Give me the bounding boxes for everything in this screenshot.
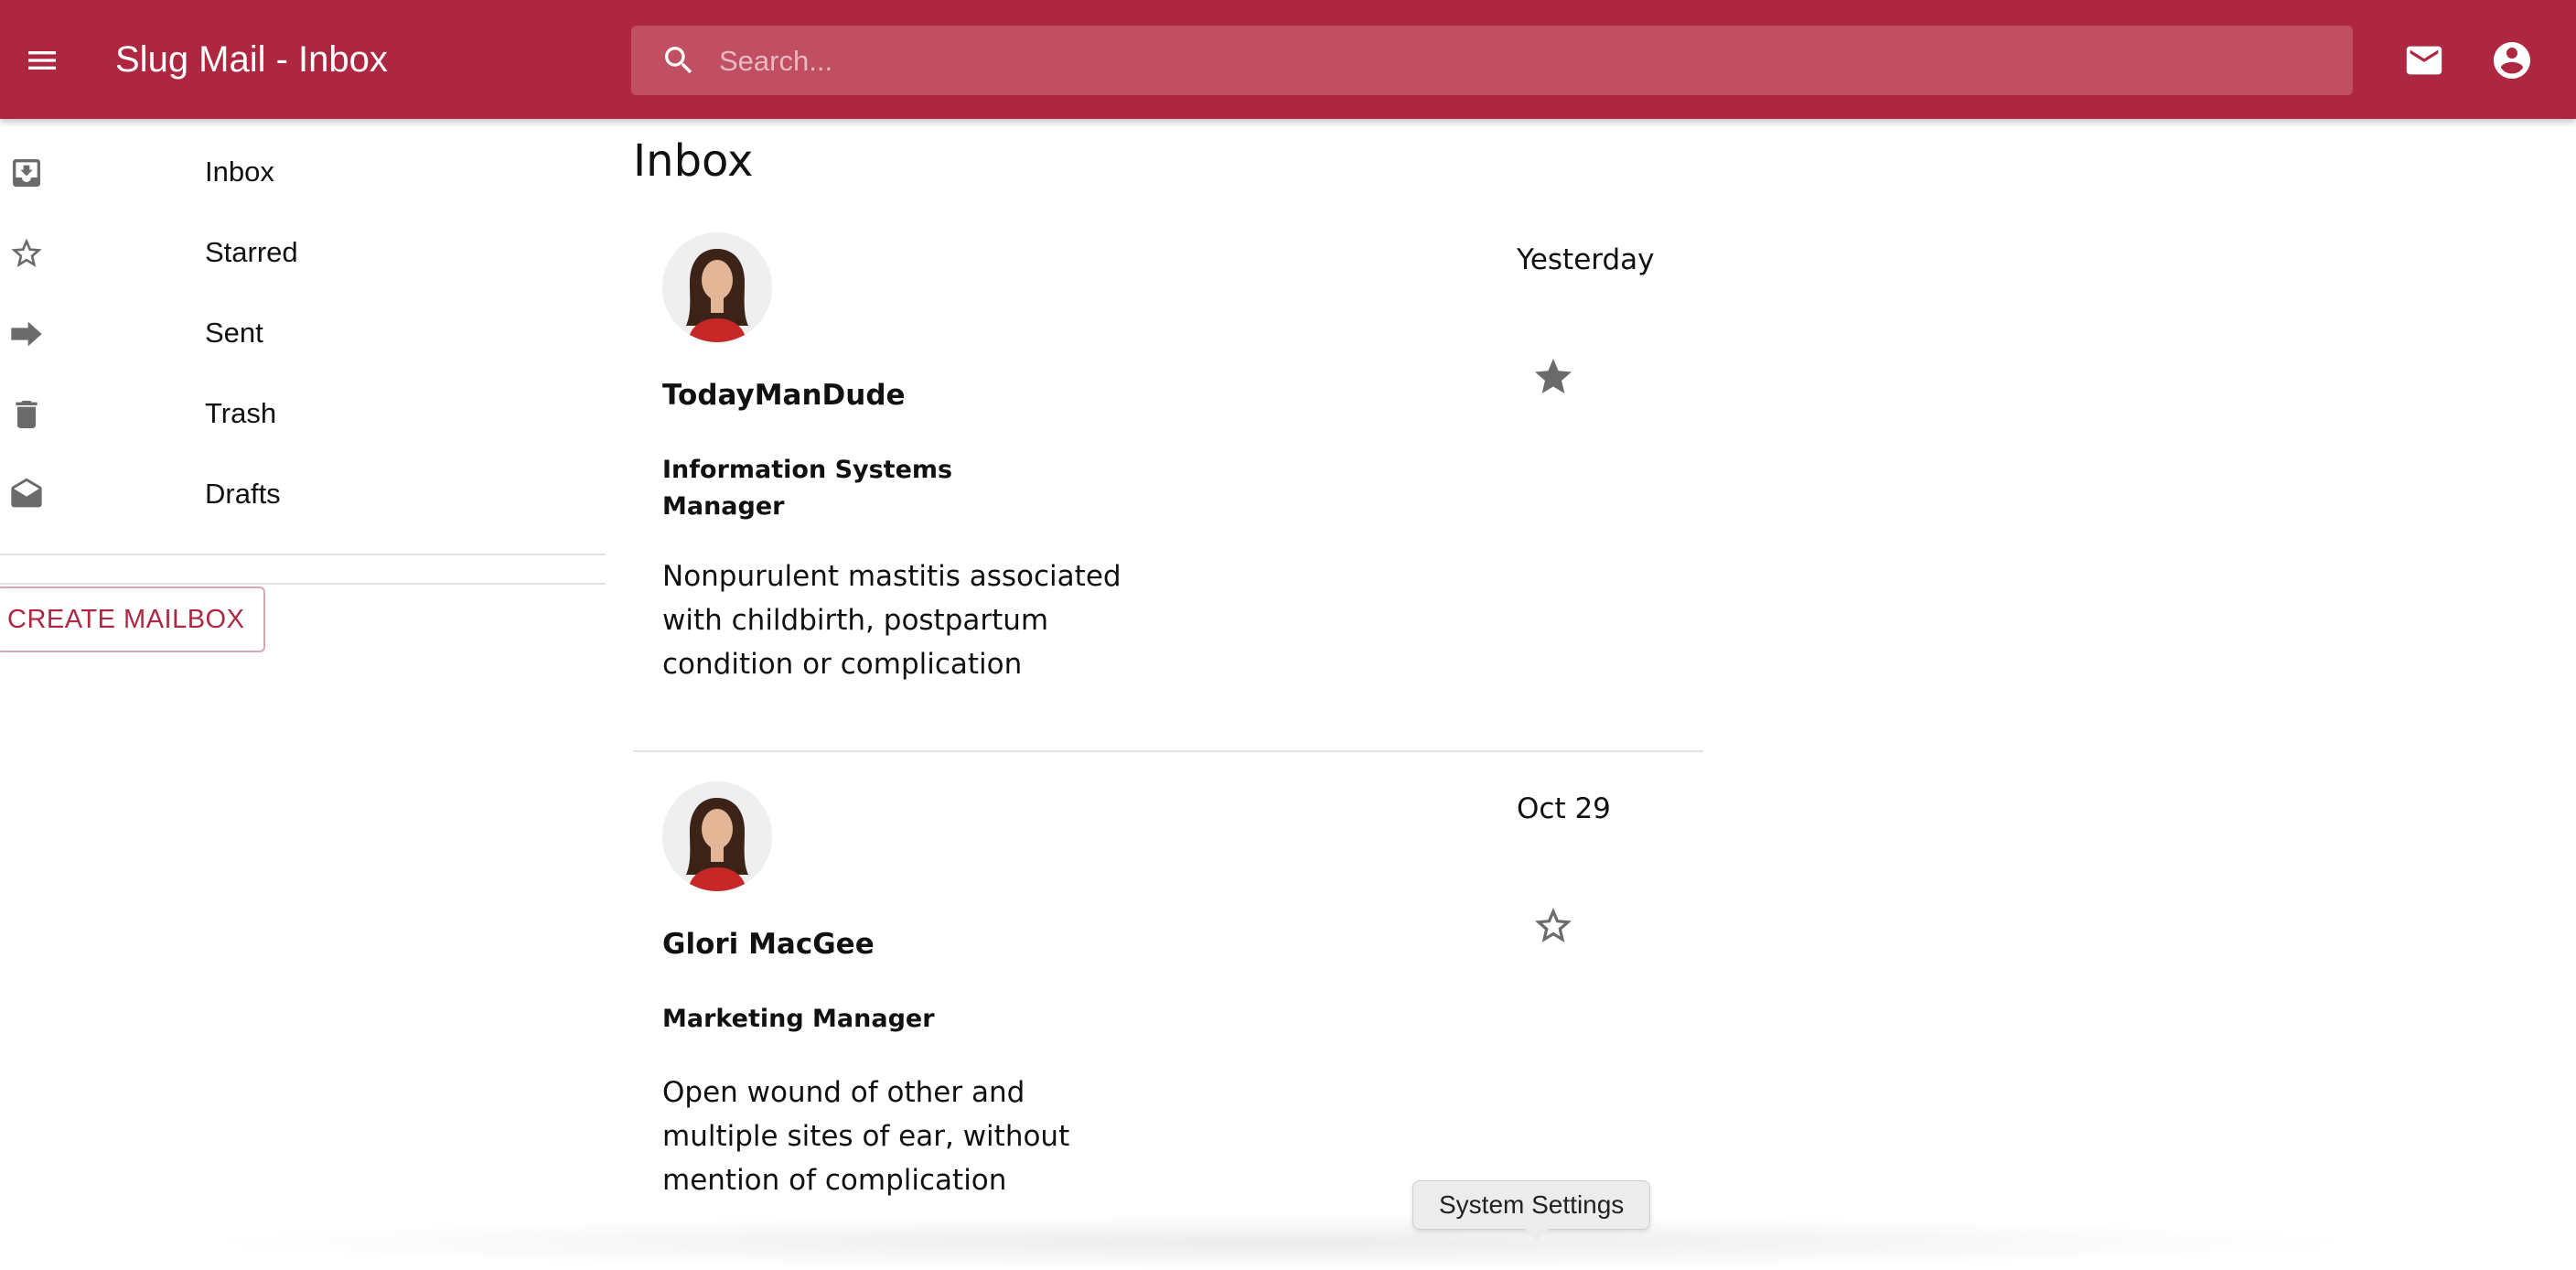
sidebar-divider bbox=[0, 583, 606, 585]
envelope-icon[interactable] bbox=[2400, 37, 2448, 84]
drafts-icon bbox=[7, 476, 46, 514]
sidebar-item-inbox[interactable]: Inbox bbox=[0, 135, 606, 209]
search-bar[interactable] bbox=[631, 26, 2353, 95]
sidebar-item-sent[interactable]: Sent bbox=[0, 296, 606, 370]
email-list-item[interactable]: TodayManDude Information Systems Manager… bbox=[633, 225, 1703, 747]
star-filled-icon[interactable] bbox=[1531, 355, 1575, 399]
email-divider bbox=[633, 750, 1703, 752]
sidebar-divider bbox=[0, 554, 606, 555]
email-sender: TodayManDude bbox=[662, 379, 906, 412]
sidebar-item-starred[interactable]: Starred bbox=[0, 216, 606, 289]
search-input[interactable] bbox=[717, 35, 2331, 88]
sidebar: Inbox Starred Sent Trash Drafts CREATE M… bbox=[0, 119, 606, 1248]
email-subject: Open wound of other and multiple sites o… bbox=[662, 1076, 1070, 1197]
sidebar-item-label: Starred bbox=[205, 236, 298, 268]
email-sender: Glori MacGee bbox=[662, 928, 875, 961]
app-title: Slug Mail - Inbox bbox=[115, 39, 388, 80]
sidebar-item-label: Inbox bbox=[205, 156, 274, 188]
sidebar-item-label: Sent bbox=[205, 317, 263, 349]
email-sender-role: Marketing Manager bbox=[662, 1005, 935, 1033]
email-sender-role: Information Systems Manager bbox=[662, 456, 953, 521]
tooltip-arrow bbox=[1524, 1228, 1550, 1241]
sidebar-item-label: Trash bbox=[205, 397, 277, 429]
app-bar: Slug Mail - Inbox bbox=[0, 0, 2576, 119]
email-date: Oct 29 bbox=[1517, 792, 1611, 825]
avatar bbox=[662, 232, 772, 342]
search-icon bbox=[660, 42, 697, 79]
sidebar-item-drafts[interactable]: Drafts bbox=[0, 457, 606, 531]
star-outline-icon bbox=[7, 234, 46, 273]
sidebar-item-label: Drafts bbox=[205, 478, 281, 510]
system-settings-tooltip: System Settings bbox=[1412, 1180, 1651, 1230]
dock-shadow bbox=[183, 1215, 2378, 1270]
page-title: Inbox bbox=[633, 135, 754, 187]
create-mailbox-button[interactable]: CREATE MAILBOX bbox=[0, 587, 265, 652]
hamburger-menu-icon[interactable] bbox=[18, 37, 66, 84]
email-list-item[interactable]: Glori MacGee Marketing Manager Open woun… bbox=[633, 774, 1703, 1213]
trash-icon bbox=[7, 395, 46, 434]
avatar bbox=[662, 781, 772, 891]
account-circle-icon[interactable] bbox=[2488, 37, 2536, 84]
email-date: Yesterday bbox=[1517, 243, 1655, 276]
inbox-icon bbox=[7, 154, 46, 192]
email-subject: Nonpurulent mastitis associated with chi… bbox=[662, 560, 1122, 681]
sidebar-item-trash[interactable]: Trash bbox=[0, 377, 606, 450]
star-outline-icon[interactable] bbox=[1531, 904, 1575, 948]
arrow-right-icon bbox=[7, 315, 46, 353]
